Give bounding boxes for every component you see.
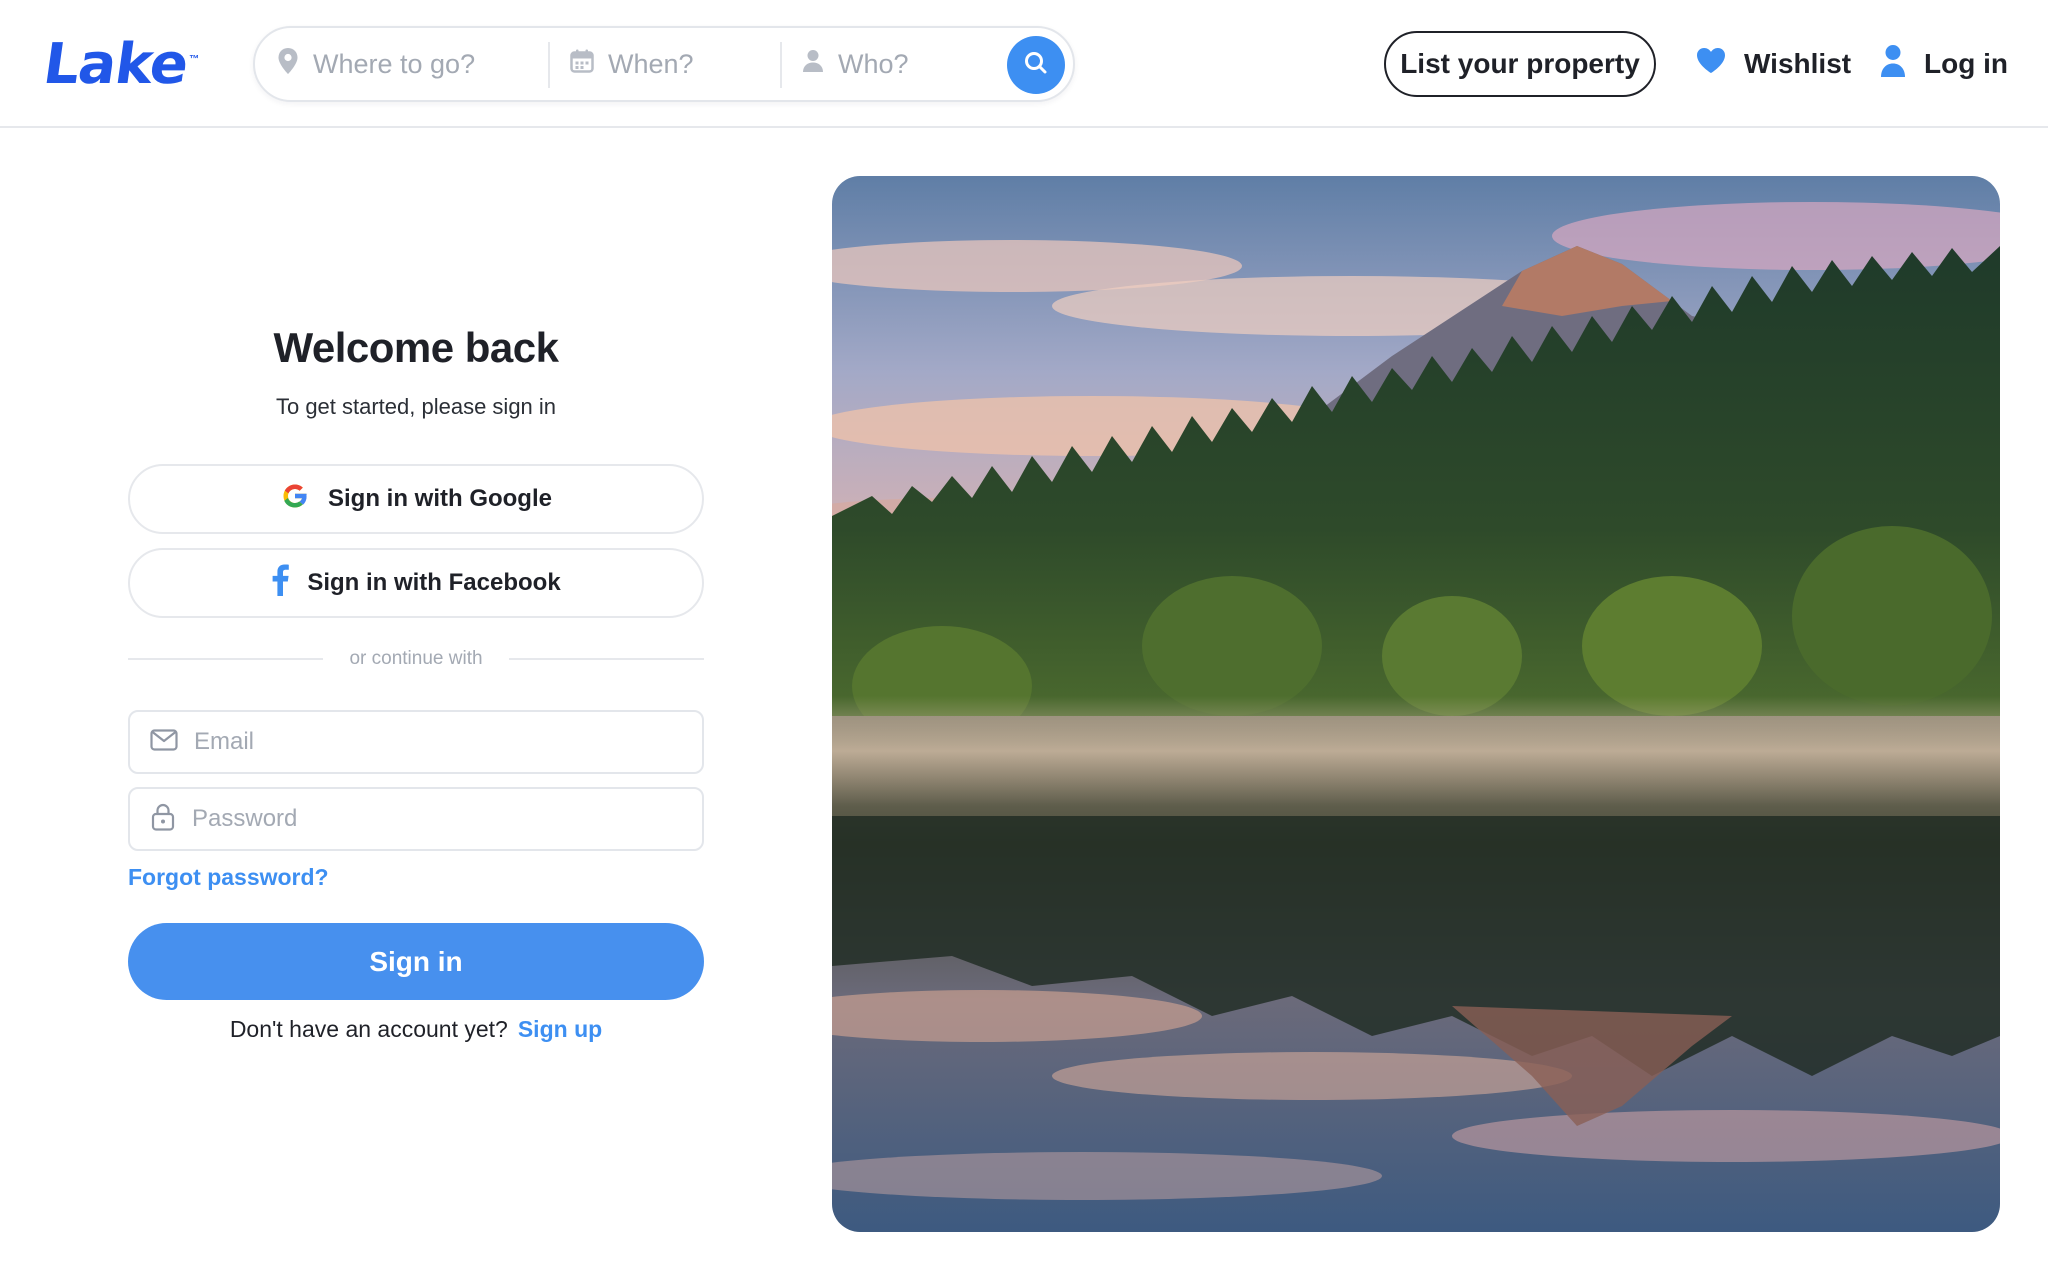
login-link[interactable]: Log in (1880, 36, 2008, 92)
google-signin-label: Sign in with Google (328, 485, 552, 512)
heart-icon (1696, 47, 1726, 81)
search-divider (548, 42, 550, 88)
or-divider: or continue with (128, 644, 705, 674)
brand-logo[interactable]: Lake ™ (40, 30, 200, 100)
search-icon (1023, 50, 1049, 81)
signup-link[interactable]: Sign up (518, 1016, 602, 1043)
email-field[interactable] (194, 717, 664, 767)
page-subtitle: To get started, please sign in (275, 394, 557, 419)
password-field[interactable] (192, 794, 662, 844)
mail-icon (150, 728, 178, 756)
search-where-placeholder: Where to go? (313, 48, 476, 79)
signup-prompt: Don't have an account yet? Sign up (128, 1016, 704, 1043)
no-account-text: Don't have an account yet? (229, 1016, 508, 1042)
page-title: Welcome back (273, 324, 559, 371)
search-who-placeholder: Who? (838, 48, 909, 79)
divider-line (508, 658, 705, 660)
signin-button[interactable]: Sign in (128, 923, 704, 1000)
email-field-wrapper (128, 710, 704, 774)
divider-line (128, 658, 324, 660)
facebook-signin-button[interactable]: Sign in with Facebook (128, 548, 704, 618)
top-navbar: Lake ™ Where to go? When? Who? List your… (0, 0, 2048, 128)
wishlist-label: Wishlist (1744, 48, 1852, 79)
user-icon (802, 49, 824, 80)
map-pin-icon (277, 47, 299, 82)
divider-text: or continue with (349, 648, 483, 669)
search-when-field[interactable]: When? (570, 38, 802, 90)
signin-form: Welcome back To get started, please sign… (128, 128, 705, 1280)
user-icon (1880, 44, 1906, 85)
search-divider (780, 42, 782, 88)
trademark-mark: ™ (189, 54, 200, 65)
google-signin-button[interactable]: Sign in with Google (128, 464, 704, 534)
brand-name: Lake (39, 32, 192, 97)
wishlist-link[interactable]: Wishlist (1696, 36, 1851, 92)
facebook-signin-label: Sign in with Facebook (307, 569, 561, 596)
password-field-wrapper (128, 787, 704, 851)
search-bar: Where to go? When? Who? (253, 26, 1075, 102)
search-who-field[interactable]: Who? (802, 38, 1002, 90)
search-button[interactable] (1007, 36, 1065, 94)
forgot-password-link[interactable]: Forgot password? (128, 864, 329, 891)
google-icon (280, 481, 310, 518)
list-property-button[interactable]: List your property (1384, 31, 1656, 97)
lake-landscape-image (832, 176, 2000, 1232)
facebook-icon (271, 564, 290, 603)
calendar-icon (570, 49, 594, 80)
lock-icon (150, 803, 176, 836)
search-where-field[interactable]: Where to go? (277, 38, 567, 90)
login-label: Log in (1924, 48, 2008, 79)
search-when-placeholder: When? (608, 48, 694, 79)
